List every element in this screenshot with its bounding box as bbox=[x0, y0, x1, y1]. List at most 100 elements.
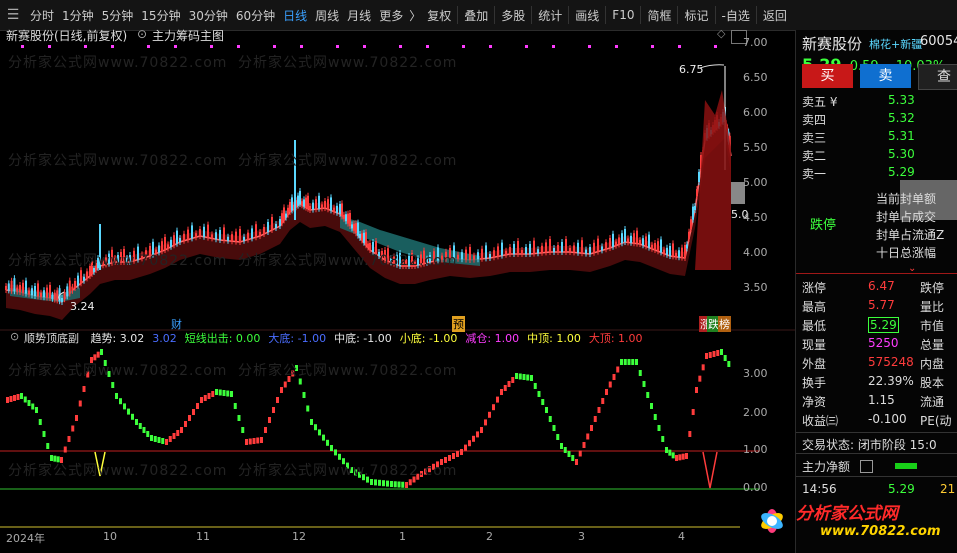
candle bbox=[247, 232, 249, 240]
indicator-bar bbox=[67, 436, 71, 442]
indicator-bar bbox=[252, 438, 256, 444]
date-tick: 12 bbox=[292, 530, 306, 543]
ask-level-price[interactable]: 5.33 bbox=[888, 93, 957, 107]
period-tab-1[interactable]: 1分钟 bbox=[58, 7, 98, 24]
logo-url: www.70822.com bbox=[820, 524, 941, 539]
tool-button-0[interactable]: 复权 bbox=[423, 7, 455, 24]
query-button[interactable]: 查 bbox=[918, 64, 957, 90]
period-tab-5[interactable]: 60分钟 bbox=[232, 7, 279, 24]
diamond-icon[interactable]: ◇ bbox=[717, 27, 725, 40]
period-tab-3[interactable]: 15分钟 bbox=[137, 7, 184, 24]
indicator-bar bbox=[492, 404, 495, 411]
indicator-bar bbox=[241, 427, 245, 433]
main-indicator-name[interactable]: 主力筹码主图 bbox=[152, 27, 224, 44]
candle bbox=[34, 286, 36, 296]
candle bbox=[291, 197, 293, 211]
indicator-bar bbox=[456, 451, 459, 457]
sub-value-2: 短线出击: 0.00 bbox=[184, 332, 261, 345]
period-tab-2[interactable]: 5分钟 bbox=[98, 7, 138, 24]
candle bbox=[501, 242, 503, 256]
candle bbox=[343, 214, 345, 219]
candle bbox=[513, 244, 515, 254]
sub-value-1: 3.02 bbox=[152, 332, 177, 345]
tool-button-1[interactable]: 叠加 bbox=[460, 7, 492, 24]
ranking-marker[interactable]: 榜 bbox=[718, 316, 731, 332]
candle bbox=[569, 248, 571, 252]
indicator-bar bbox=[264, 427, 267, 433]
sub-indicator-name[interactable]: 顺势顶底副 bbox=[24, 332, 79, 345]
indicator-bar bbox=[38, 419, 42, 425]
more-chevron-icon[interactable]: 〉 bbox=[407, 7, 423, 24]
sub-indicator-icon[interactable]: ⊙ bbox=[10, 330, 19, 343]
candle bbox=[283, 207, 285, 221]
ask-level-price[interactable]: 5.29 bbox=[888, 165, 957, 179]
period-tab-6[interactable]: 日线 bbox=[279, 7, 311, 24]
indicator-bar bbox=[530, 375, 533, 381]
date-tick: 2024年 bbox=[6, 532, 45, 545]
candle bbox=[227, 236, 229, 241]
candle bbox=[605, 242, 607, 250]
date-tick: 10 bbox=[103, 530, 117, 543]
period-tab-9[interactable]: 更多 bbox=[375, 7, 407, 24]
indicator-bar bbox=[612, 374, 616, 380]
signal-dot bbox=[336, 45, 339, 48]
indicator-bar bbox=[20, 393, 23, 399]
tool-button-3[interactable]: 统计 bbox=[534, 7, 566, 24]
tool-buttons: 复权 叠加 多股 统计 画线 F10 简框 标记 -自选 返回 bbox=[423, 0, 791, 30]
ask-level-price[interactable]: 5.30 bbox=[888, 147, 957, 161]
candle bbox=[597, 238, 599, 252]
tool-button-2[interactable]: 多股 bbox=[497, 7, 529, 24]
period-tab-4[interactable]: 30分钟 bbox=[185, 7, 232, 24]
candle bbox=[675, 252, 677, 257]
candle bbox=[43, 290, 45, 298]
candle bbox=[473, 255, 475, 260]
table-icon[interactable] bbox=[860, 460, 873, 473]
tool-button-9[interactable]: 返回 bbox=[759, 7, 791, 24]
indicator-bar bbox=[468, 440, 471, 447]
candle bbox=[66, 286, 69, 297]
candle bbox=[561, 242, 563, 252]
seal-info-item: 当前封单额 bbox=[876, 192, 937, 206]
candle bbox=[529, 244, 531, 254]
sell-button[interactable]: 卖 bbox=[860, 64, 911, 88]
candle bbox=[489, 254, 491, 258]
candle bbox=[347, 213, 349, 224]
candle bbox=[321, 204, 323, 209]
indicator-bar bbox=[488, 411, 491, 418]
indicator-bar bbox=[96, 351, 100, 358]
price-tick: 3.50 bbox=[743, 281, 768, 294]
period-tab-7[interactable]: 周线 bbox=[311, 7, 343, 24]
ask-level-price[interactable]: 5.32 bbox=[888, 111, 957, 125]
indicator-bar bbox=[515, 373, 518, 379]
candle bbox=[355, 223, 357, 234]
tool-button-5[interactable]: F10 bbox=[608, 8, 638, 22]
tool-button-7[interactable]: 标记 bbox=[680, 7, 712, 24]
tool-button-4[interactable]: 画线 bbox=[571, 7, 603, 24]
tool-button-6[interactable]: 简框 bbox=[643, 7, 675, 24]
candle bbox=[339, 204, 341, 214]
period-tab-0[interactable]: 分时 bbox=[26, 7, 58, 24]
candle bbox=[173, 235, 175, 246]
period-tab-8[interactable]: 月线 bbox=[343, 7, 375, 24]
sub-tick: 2.00 bbox=[743, 406, 768, 419]
candle bbox=[589, 247, 591, 254]
signal-dot bbox=[714, 45, 717, 48]
indicator-dropdown-icon[interactable]: ⊙ bbox=[137, 27, 147, 41]
seal-info-item: 十日总涨幅 bbox=[876, 246, 937, 260]
signal-dot bbox=[615, 45, 618, 48]
price-tick: 5.50 bbox=[743, 141, 768, 154]
menu-icon[interactable]: ☰ bbox=[0, 0, 26, 30]
indicator-bar bbox=[46, 443, 50, 449]
net-main-label: 主力净额 bbox=[802, 460, 851, 474]
indicator-bar bbox=[556, 434, 560, 440]
candle bbox=[164, 237, 166, 250]
chart-area[interactable]: 新赛股份(日线,前复权) ⊙ 主力筹码主图 ◇ 6.75 3.24 5.0 7.… bbox=[0, 27, 795, 553]
buy-button[interactable]: 买 bbox=[802, 64, 853, 88]
indicator-bar bbox=[310, 419, 313, 425]
ask-level-price[interactable]: 5.31 bbox=[888, 129, 957, 143]
candle bbox=[618, 237, 620, 245]
indicator-bar bbox=[460, 449, 463, 455]
signal-dot bbox=[147, 45, 150, 48]
tool-button-8[interactable]: -自选 bbox=[718, 7, 754, 24]
indicator-bar bbox=[63, 446, 67, 453]
